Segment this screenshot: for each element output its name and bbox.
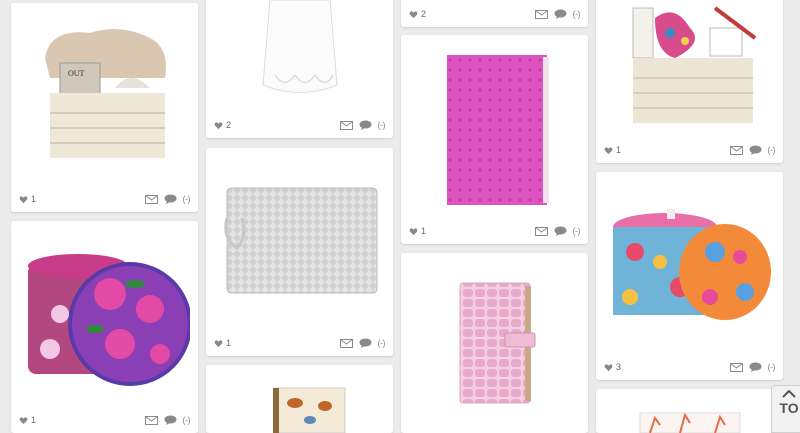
back-to-top-button[interactable]: TO <box>771 385 800 433</box>
more-button[interactable]: (-) <box>573 9 581 19</box>
white-lace-dress-icon <box>261 0 338 93</box>
comment-icon[interactable] <box>164 194 177 204</box>
mail-icon[interactable] <box>144 194 158 204</box>
mail-icon[interactable] <box>534 9 548 19</box>
pin-card-flower-box[interactable]: 1 (-) <box>11 221 198 433</box>
like-count: 3 <box>616 362 622 372</box>
comment-icon[interactable] <box>359 338 372 348</box>
like-count: 1 <box>31 194 37 204</box>
floral-hatbox-icon <box>27 253 190 386</box>
mail-icon[interactable] <box>144 415 158 425</box>
pin-image[interactable] <box>206 148 393 328</box>
pin-image[interactable] <box>206 365 393 433</box>
heart-icon[interactable] <box>214 339 223 348</box>
silver-clutch-icon <box>224 187 378 294</box>
comment-icon[interactable] <box>749 362 762 372</box>
pin-card-coral-box[interactable] <box>596 389 783 433</box>
mail-icon[interactable] <box>729 362 743 372</box>
pin-card-gift-basket[interactable]: 1 (-) <box>596 0 783 163</box>
more-button[interactable]: (-) <box>768 145 776 155</box>
pin-image[interactable] <box>401 35 588 215</box>
pin-card-silver-clutch[interactable]: 1 (-) <box>206 148 393 356</box>
heart-icon[interactable] <box>409 227 418 236</box>
like-count: 2 <box>226 120 232 130</box>
more-button[interactable]: (-) <box>378 338 386 348</box>
pin-image[interactable] <box>206 0 393 105</box>
pink-ostrich-notebook-icon <box>446 55 549 205</box>
comment-icon[interactable] <box>749 145 762 155</box>
more-button[interactable]: (-) <box>378 120 386 130</box>
pin-image[interactable] <box>596 172 783 352</box>
comment-icon[interactable] <box>554 9 567 19</box>
basket-with-towels-icon: OUT <box>44 29 166 158</box>
pin-card-butterfly-book[interactable] <box>206 365 393 433</box>
heart-icon[interactable] <box>604 363 613 372</box>
like-count: 1 <box>421 226 427 236</box>
like-count: 1 <box>31 415 37 425</box>
comment-icon[interactable] <box>164 415 177 425</box>
pink-croc-diary-icon <box>459 282 535 404</box>
like-count: 1 <box>226 338 232 348</box>
more-button[interactable]: (-) <box>183 415 191 425</box>
pin-image[interactable] <box>401 253 588 433</box>
more-button[interactable]: (-) <box>183 194 191 204</box>
pin-card-paisley-boxes[interactable]: 3 (-) <box>596 172 783 380</box>
pin-image[interactable] <box>596 389 783 433</box>
back-to-top-label: TO <box>779 400 799 416</box>
gift-basket-icon <box>632 5 756 123</box>
svg-text:OUT: OUT <box>68 69 85 78</box>
chevron-up-icon <box>782 390 796 398</box>
heart-icon[interactable] <box>214 121 223 130</box>
pin-card-pink-notebook[interactable]: 1 (-) <box>401 35 588 244</box>
mail-icon[interactable] <box>339 120 353 130</box>
butterfly-box-icon <box>272 387 345 433</box>
mail-icon[interactable] <box>729 145 743 155</box>
pin-image[interactable]: OUT <box>11 3 198 183</box>
pin-image[interactable] <box>11 221 198 406</box>
pin-card-top-partial[interactable]: 2 (-) <box>401 0 588 27</box>
pin-card-white-dress[interactable]: 2 (-) <box>206 0 393 138</box>
comment-icon[interactable] <box>359 120 372 130</box>
more-button[interactable]: (-) <box>768 362 776 372</box>
comment-icon[interactable] <box>554 226 567 236</box>
coral-print-box-icon <box>639 412 740 433</box>
pin-card-croc-diary[interactable] <box>401 253 588 433</box>
mail-icon[interactable] <box>534 226 548 236</box>
mail-icon[interactable] <box>339 338 353 348</box>
more-button[interactable]: (-) <box>573 226 581 236</box>
pin-image[interactable] <box>596 0 783 135</box>
paisley-boxes-icon <box>612 209 771 320</box>
heart-icon[interactable] <box>19 195 28 204</box>
heart-icon[interactable] <box>604 146 613 155</box>
like-count: 1 <box>616 145 622 155</box>
like-count: 2 <box>421 9 427 19</box>
pin-card-basket-towels[interactable]: OUT 1 (-) <box>11 3 198 212</box>
heart-icon[interactable] <box>19 416 28 425</box>
heart-icon[interactable] <box>409 10 418 19</box>
